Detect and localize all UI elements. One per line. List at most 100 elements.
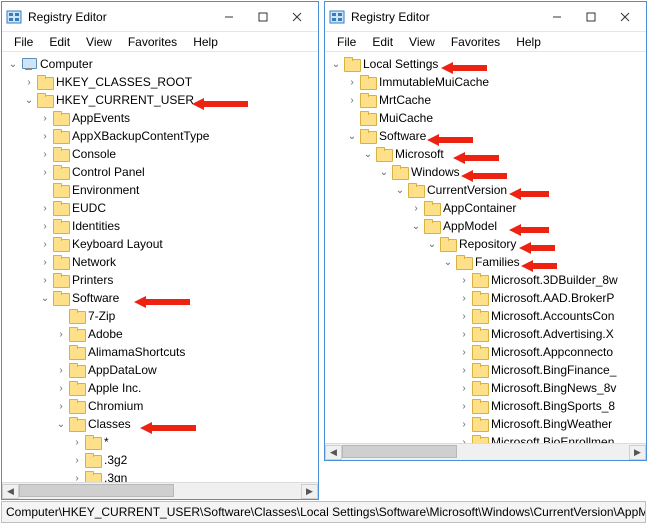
expander-icon[interactable]: ⌄ — [22, 93, 36, 107]
tree-node[interactable]: Repository — [459, 237, 520, 251]
expander-icon[interactable]: › — [457, 381, 471, 395]
expander-icon[interactable]: › — [38, 273, 52, 287]
expander-icon[interactable]: › — [457, 273, 471, 287]
tree-node[interactable]: MrtCache — [379, 93, 435, 107]
scroll-right-button[interactable]: ▶ — [301, 484, 318, 499]
tree-node[interactable]: Windows — [411, 165, 464, 179]
tree-node[interactable]: AppEvents — [72, 111, 134, 125]
tree-node[interactable]: Network — [72, 255, 120, 269]
tree-node[interactable]: Adobe — [88, 327, 127, 341]
expander-icon[interactable]: ⌄ — [441, 255, 455, 269]
tree-node[interactable]: Classes — [88, 417, 135, 431]
tree-node[interactable]: Microsoft.BingNews_8v — [491, 381, 620, 395]
menu-file[interactable]: File — [329, 33, 364, 51]
close-button[interactable] — [608, 4, 642, 30]
expander-icon[interactable]: › — [38, 255, 52, 269]
expander-icon[interactable]: › — [22, 75, 36, 89]
tree-node[interactable]: AlimamaShortcuts — [88, 345, 189, 359]
expander-icon[interactable]: › — [457, 345, 471, 359]
horizontal-scrollbar[interactable]: ◀ ▶ — [325, 443, 646, 460]
tree-node[interactable]: .3gn — [104, 471, 131, 482]
tree-node[interactable]: ImmutableMuiCache — [379, 75, 493, 89]
expander-icon[interactable]: › — [54, 363, 68, 377]
titlebar[interactable]: Registry Editor — [2, 2, 318, 32]
expander-icon[interactable]: › — [38, 111, 52, 125]
menu-view[interactable]: View — [78, 33, 120, 51]
titlebar[interactable]: Registry Editor — [325, 2, 646, 32]
tree-node[interactable]: Microsoft.BingWeather — [491, 417, 616, 431]
expander-icon[interactable]: › — [457, 327, 471, 341]
expander-icon[interactable]: › — [457, 291, 471, 305]
expander-icon[interactable]: › — [38, 147, 52, 161]
expander-icon[interactable]: › — [70, 453, 84, 467]
maximize-button[interactable] — [574, 4, 608, 30]
tree-node[interactable]: Microsoft.AccountsCon — [491, 309, 618, 323]
tree-node[interactable]: Microsoft — [395, 147, 448, 161]
expander-icon[interactable]: › — [38, 129, 52, 143]
tree-node[interactable]: EUDC — [72, 201, 110, 215]
tree-node[interactable]: Families — [475, 255, 524, 269]
horizontal-scrollbar[interactable]: ◀ ▶ — [2, 482, 318, 499]
tree-node[interactable]: Apple Inc. — [88, 381, 145, 395]
expander-icon[interactable]: › — [457, 309, 471, 323]
tree-node[interactable]: AppContainer — [443, 201, 520, 215]
tree-node[interactable]: Microsoft.Appconnecto — [491, 345, 617, 359]
minimize-button[interactable] — [540, 4, 574, 30]
expander-icon[interactable]: › — [70, 435, 84, 449]
expander-icon[interactable]: › — [38, 219, 52, 233]
expander-icon[interactable]: ⌄ — [361, 147, 375, 161]
scroll-track[interactable] — [19, 484, 301, 499]
expander-icon[interactable]: ⌄ — [377, 165, 391, 179]
minimize-button[interactable] — [212, 4, 246, 30]
tree-node[interactable]: Microsoft.AAD.BrokerP — [491, 291, 618, 305]
expander-icon[interactable]: › — [38, 201, 52, 215]
tree-node[interactable]: CurrentVersion — [427, 183, 511, 197]
expander-icon[interactable]: › — [70, 471, 84, 482]
expander-icon[interactable]: › — [54, 399, 68, 413]
expander-icon[interactable]: ⌄ — [345, 129, 359, 143]
menu-favorites[interactable]: Favorites — [120, 33, 185, 51]
tree-node[interactable]: Microsoft.3DBuilder_8w — [491, 273, 622, 287]
tree-node[interactable]: AppDataLow — [88, 363, 161, 377]
tree-node[interactable]: HKEY_CLASSES_ROOT — [56, 75, 196, 89]
expander-icon[interactable]: › — [38, 237, 52, 251]
scroll-right-button[interactable]: ▶ — [629, 445, 646, 460]
tree-node[interactable]: Microsoft.BingSports_8 — [491, 399, 619, 413]
expander-icon[interactable]: ⌄ — [425, 237, 439, 251]
tree-node[interactable]: Control Panel — [72, 165, 149, 179]
menu-help[interactable]: Help — [185, 33, 226, 51]
tree-node[interactable]: Microsoft.Advertising.X — [491, 327, 618, 341]
tree-node[interactable]: MuiCache — [379, 111, 437, 125]
expander-icon[interactable]: › — [457, 363, 471, 377]
tree-view[interactable]: ⌄ Local Settings › ImmutableMuiCache › MrtC… — [325, 52, 646, 443]
expander-icon[interactable]: › — [54, 381, 68, 395]
expander-icon[interactable]: ⌄ — [409, 219, 423, 233]
scroll-left-button[interactable]: ◀ — [2, 484, 19, 499]
tree-node[interactable]: Local Settings — [363, 57, 442, 71]
tree-node[interactable]: 7-Zip — [88, 309, 119, 323]
expander-icon[interactable]: › — [457, 435, 471, 443]
expander-icon[interactable]: ⌄ — [38, 291, 52, 305]
tree-node[interactable]: Software — [379, 129, 430, 143]
expander-icon[interactable]: › — [457, 417, 471, 431]
tree-node[interactable]: HKEY_CURRENT_USER — [56, 93, 198, 107]
menu-file[interactable]: File — [6, 33, 41, 51]
tree-node[interactable]: Identities — [72, 219, 124, 233]
expander-icon[interactable]: › — [409, 201, 423, 215]
tree-view[interactable]: ⌄Computer ›HKEY_CLASSES_ROOT ⌄HKEY_CURRE… — [2, 52, 318, 482]
tree-node[interactable]: .3g2 — [104, 453, 131, 467]
tree-node[interactable]: * — [104, 435, 113, 449]
menu-edit[interactable]: Edit — [364, 33, 401, 51]
tree-node[interactable]: Printers — [72, 273, 117, 287]
tree-node[interactable]: AppXBackupContentType — [72, 129, 213, 143]
tree-node[interactable]: Microsoft.BingFinance_ — [491, 363, 620, 377]
menu-view[interactable]: View — [401, 33, 443, 51]
expander-icon[interactable]: ⌄ — [329, 57, 343, 71]
expander-icon[interactable]: › — [345, 75, 359, 89]
menu-favorites[interactable]: Favorites — [443, 33, 508, 51]
tree-node[interactable]: Microsoft.BioEnrollmen — [491, 435, 618, 443]
expander-icon[interactable]: ⌄ — [6, 57, 20, 71]
scroll-left-button[interactable]: ◀ — [325, 445, 342, 460]
tree-node[interactable]: Environment — [72, 183, 143, 197]
scroll-track[interactable] — [342, 445, 629, 460]
